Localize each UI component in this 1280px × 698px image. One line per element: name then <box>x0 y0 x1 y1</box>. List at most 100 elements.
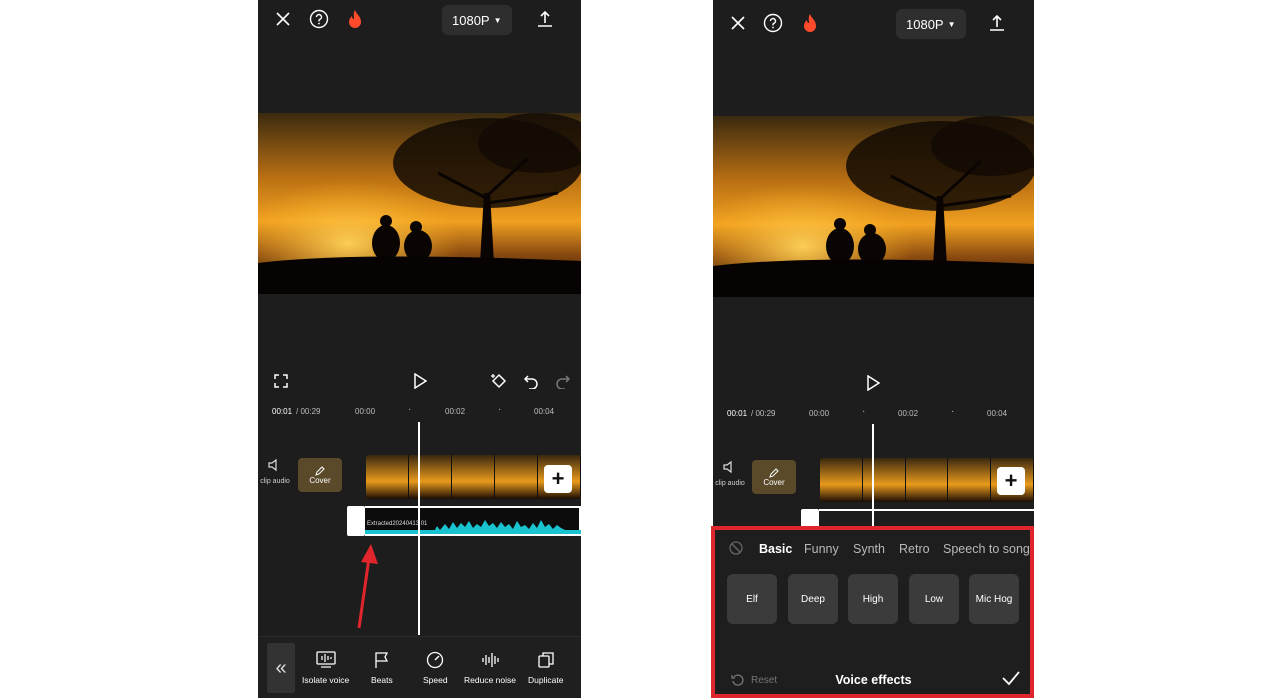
bottom-toolbar: « Isolate voice Beats Speed Reduce noise… <box>258 636 581 698</box>
tab-funny[interactable]: Funny <box>804 542 839 556</box>
video-preview <box>713 116 1034 297</box>
cover-button[interactable]: Cover <box>752 460 796 494</box>
clip-frame <box>409 455 452 499</box>
speaker-icon <box>268 458 277 472</box>
effect-deep[interactable]: Deep <box>788 574 838 624</box>
resolution-label: 1080P <box>906 16 944 32</box>
ruler-tick: 00:04 <box>987 409 1008 418</box>
fullscreen-icon[interactable] <box>272 372 290 390</box>
effect-low[interactable]: Low <box>909 574 959 624</box>
tool-reduce-noise[interactable]: Reduce noise <box>464 651 516 685</box>
close-icon[interactable] <box>728 13 748 33</box>
tab-basic[interactable]: Basic <box>759 542 792 556</box>
waveform-icon <box>482 653 499 667</box>
clip-audio-toggle[interactable]: clip audio <box>713 460 747 487</box>
caret-down-icon: ▼ <box>493 15 502 25</box>
caret-down-icon: ▼ <box>947 19 956 29</box>
effect-label: Low <box>924 593 944 605</box>
ruler-tick: 00:02 <box>445 407 466 416</box>
audio-trim-handle[interactable] <box>801 509 819 529</box>
speaker-icon <box>723 460 732 474</box>
effect-label: Mic Hog <box>975 593 1013 605</box>
keyframe-icon[interactable] <box>489 371 509 391</box>
speed-icon <box>427 651 444 669</box>
help-icon[interactable] <box>309 9 329 29</box>
confirm-check-icon[interactable] <box>1002 670 1020 691</box>
tool-speed[interactable]: Speed <box>423 651 448 685</box>
tool-duplicate[interactable]: Duplicate <box>528 651 563 685</box>
playback-controls <box>713 368 1034 398</box>
ruler-dot: · <box>862 406 866 417</box>
annotation-arrow <box>357 544 378 629</box>
ruler-tick: 00:04 <box>534 407 555 416</box>
play-icon[interactable] <box>863 373 883 393</box>
clip-audio-toggle[interactable]: clip audio <box>258 458 292 485</box>
add-clip-button[interactable]: + <box>997 467 1025 495</box>
tool-label: Speed <box>423 675 448 685</box>
pencil-icon <box>769 467 779 478</box>
voice-effects-tabs: Basic Funny Synth Retro Speech to song <box>713 540 1034 560</box>
add-clip-button[interactable]: + <box>544 465 572 493</box>
tool-beats[interactable]: Beats <box>371 651 393 685</box>
resolution-dropdown[interactable]: 1080P ▼ <box>896 9 966 39</box>
fire-icon[interactable] <box>346 8 364 30</box>
ruler-tick: 00:00 <box>355 407 376 416</box>
cover-label: Cover <box>309 475 331 485</box>
clip-frame <box>862 458 906 502</box>
resolution-dropdown[interactable]: 1080P ▼ <box>442 5 512 35</box>
tool-label: Duplicate <box>528 675 564 685</box>
editor-screen-voice-effects: 1080P ▼ 00:01 / 00:29 00:00 · 00:02 · 00… <box>713 0 1034 698</box>
effect-label: Deep <box>801 593 825 605</box>
tool-label: Isolate voice <box>302 675 350 685</box>
ruler-dot: · <box>951 406 955 417</box>
ruler-dot: · <box>408 404 412 415</box>
audio-trim-handle[interactable] <box>347 506 365 536</box>
undo-icon[interactable] <box>521 371 541 391</box>
collapse-toolbar-button[interactable]: « <box>267 643 295 693</box>
none-effect-icon[interactable] <box>729 541 743 558</box>
audio-clip-track[interactable]: Extracted20240413 01 <box>365 506 581 536</box>
clip-frame <box>366 455 409 499</box>
editor-screen-timeline: 1080P ▼ 00:01 / 00:29 00:00 · 00:02 · 00… <box>258 0 581 698</box>
top-bar: 1080P ▼ <box>258 0 581 40</box>
double-chevron-left-icon: « <box>275 656 287 679</box>
effect-mic-hog[interactable]: Mic Hog <box>969 574 1019 624</box>
isolate-voice-icon <box>315 651 336 668</box>
effect-label: Elf <box>746 593 758 605</box>
pencil-icon <box>315 465 325 476</box>
flag-icon <box>375 652 388 668</box>
tool-isolate-voice[interactable]: Isolate voice <box>302 651 349 685</box>
tab-retro[interactable]: Retro <box>899 542 930 556</box>
clip-frame <box>948 458 992 502</box>
total-time: / 00:29 <box>751 409 776 418</box>
redo-icon[interactable] <box>553 371 573 391</box>
resolution-label: 1080P <box>452 12 490 28</box>
effect-elf[interactable]: Elf <box>727 574 777 624</box>
effect-high[interactable]: High <box>848 574 898 624</box>
ruler-dot: · <box>498 404 502 415</box>
export-icon[interactable] <box>987 13 1007 33</box>
total-time: / 00:29 <box>296 407 321 416</box>
clip-frame <box>820 458 863 502</box>
playback-controls <box>258 366 581 396</box>
clip-frame <box>495 455 538 499</box>
cover-button[interactable]: Cover <box>298 458 342 492</box>
play-icon[interactable] <box>410 371 430 391</box>
current-time: 00:01 <box>272 407 293 416</box>
cover-label: Cover <box>763 477 785 487</box>
close-icon[interactable] <box>273 9 293 29</box>
tab-speech-to-song[interactable]: Speech to song <box>943 542 1030 556</box>
fire-icon[interactable] <box>801 12 819 34</box>
help-icon[interactable] <box>763 13 783 33</box>
ruler-tick: 00:00 <box>809 409 830 418</box>
effect-label: High <box>862 593 884 605</box>
playhead[interactable] <box>418 422 420 635</box>
tab-synth[interactable]: Synth <box>853 542 885 556</box>
playhead[interactable] <box>872 424 874 530</box>
audio-clip-track[interactable] <box>819 509 1034 529</box>
time-ruler: 00:01 / 00:29 00:00 · 00:02 · 00:04 <box>258 404 581 420</box>
time-ruler: 00:01 / 00:29 00:00 · 00:02 · 00:04 <box>713 406 1034 422</box>
export-icon[interactable] <box>535 9 555 29</box>
clip-frame <box>452 455 495 499</box>
clip-frame <box>905 458 949 502</box>
